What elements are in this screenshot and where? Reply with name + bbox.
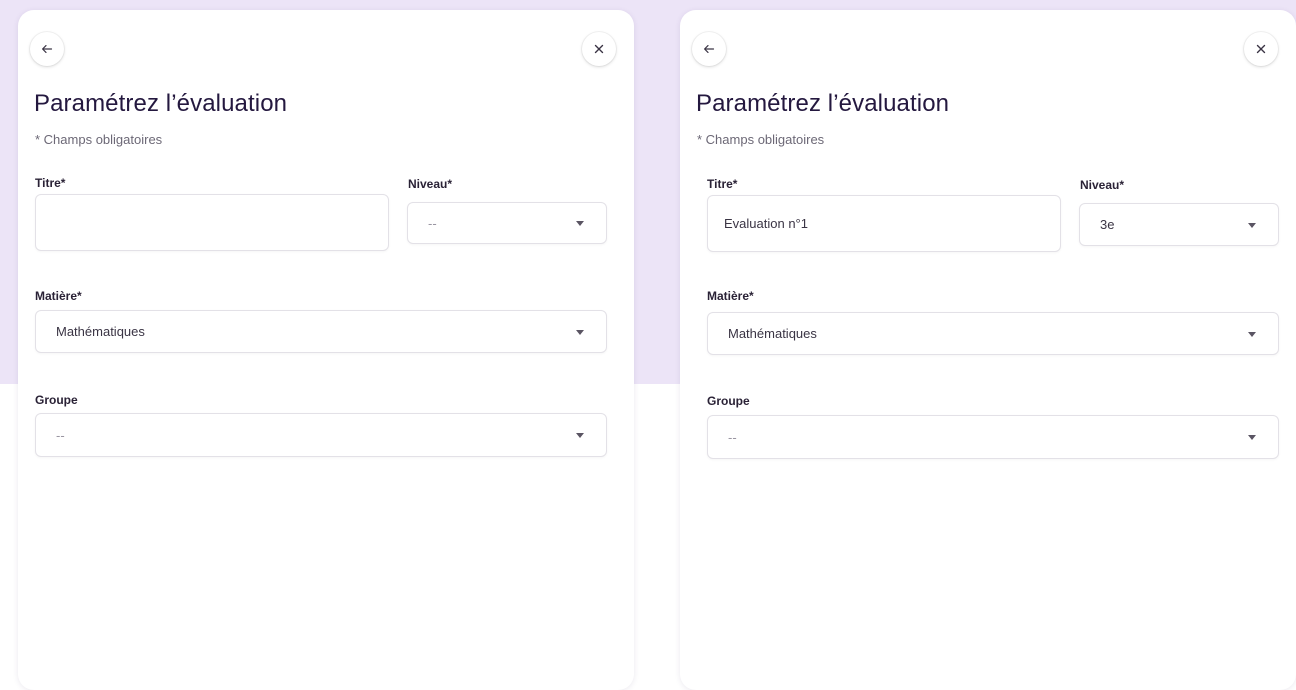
close-icon (594, 44, 604, 54)
page-title: Paramétrez l’évaluation (696, 90, 950, 117)
caret-down-icon (576, 329, 584, 335)
arrow-left-icon (42, 45, 53, 53)
matiere-select-value: Mathématiques (56, 324, 145, 339)
niveau-select[interactable]: 3e (1079, 203, 1279, 246)
groupe-select[interactable]: -- (35, 413, 607, 457)
page-title: Paramétrez l’évaluation (34, 90, 288, 117)
close-icon (1256, 44, 1266, 54)
required-fields-note: * Champs obligatoires (697, 132, 825, 147)
groupe-select[interactable]: -- (707, 415, 1279, 459)
groupe-select-value: -- (728, 429, 737, 445)
required-fields-note: * Champs obligatoires (35, 132, 163, 147)
evaluation-settings-dialog-empty: Paramétrez l’évaluation * Champs obligat… (18, 10, 634, 690)
matiere-label: Matière* (35, 289, 82, 303)
caret-down-icon (576, 433, 584, 438)
caret-down-icon (1248, 435, 1256, 440)
niveau-label: Niveau* (408, 177, 453, 191)
matiere-label: Matière* (707, 289, 754, 303)
evaluation-settings-dialog-filled: Paramétrez l’évaluation * Champs obligat… (680, 10, 1296, 690)
titre-label: Titre* (707, 177, 738, 191)
close-button[interactable] (582, 32, 616, 66)
titre-input-value: Evaluation n°1 (724, 216, 808, 231)
groupe-label: Groupe (35, 393, 78, 407)
matiere-select[interactable]: Mathématiques (35, 310, 607, 353)
back-button[interactable] (692, 32, 726, 66)
caret-down-icon (1248, 222, 1256, 228)
back-button[interactable] (30, 32, 64, 66)
arrow-left-icon (704, 45, 715, 53)
caret-down-icon (576, 221, 584, 226)
groupe-select-value: -- (56, 427, 65, 443)
matiere-select[interactable]: Mathématiques (707, 312, 1279, 355)
titre-input[interactable]: Evaluation n°1 (707, 195, 1061, 252)
caret-down-icon (1248, 331, 1256, 337)
close-button[interactable] (1244, 32, 1278, 66)
niveau-label: Niveau* (1080, 178, 1125, 192)
matiere-select-value: Mathématiques (728, 326, 817, 341)
titre-label: Titre* (35, 176, 66, 190)
niveau-select[interactable]: -- (407, 202, 607, 244)
titre-input[interactable] (35, 194, 389, 251)
groupe-label: Groupe (707, 394, 750, 408)
